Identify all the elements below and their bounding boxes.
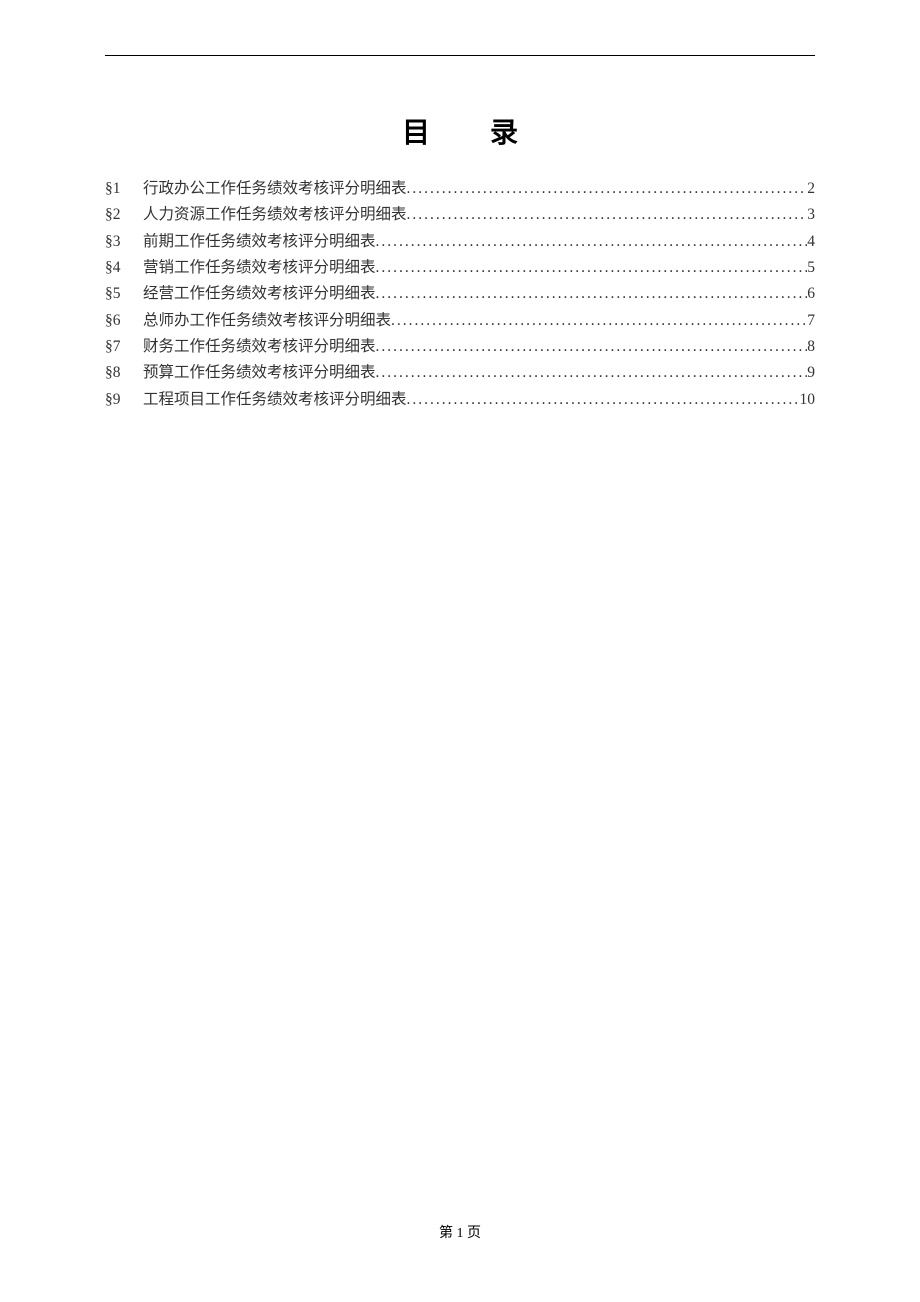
- toc-page-number: 6: [807, 281, 815, 307]
- toc-section-number: §7: [105, 334, 143, 360]
- toc-page-number: 2: [807, 176, 815, 202]
- toc-entry-title: 总师办工作任务绩效考核评分明细表: [143, 308, 391, 334]
- toc-section-number: §8: [105, 360, 143, 386]
- toc-entry-title: 行政办公工作任务绩效考核评分明细表: [143, 176, 407, 202]
- toc-entry: §7 财务工作任务绩效考核评分明细表 8: [105, 334, 815, 360]
- toc-entry: §8 预算工作任务绩效考核评分明细表 9: [105, 360, 815, 386]
- toc-entry: §6 总师办工作任务绩效考核评分明细表 7: [105, 308, 815, 334]
- footer-prefix: 第: [439, 1226, 457, 1241]
- page-footer: 第 1 页: [0, 1222, 920, 1242]
- toc-entry-title: 人力资源工作任务绩效考核评分明细表: [143, 202, 407, 228]
- document-page: 目录 §1 行政办公工作任务绩效考核评分明细表 2 §2 人力资源工作任务绩效考…: [0, 0, 920, 1302]
- toc-leader-dots: [391, 308, 807, 334]
- toc-page-number: 10: [800, 387, 816, 413]
- toc-leader-dots: [376, 229, 808, 255]
- toc-entry-title: 预算工作任务绩效考核评分明细表: [143, 360, 376, 386]
- toc-entry-title: 财务工作任务绩效考核评分明细表: [143, 334, 376, 360]
- toc-section-number: §2: [105, 202, 143, 228]
- toc-page-number: 3: [807, 202, 815, 228]
- toc-entry: §5 经营工作任务绩效考核评分明细表 6: [105, 281, 815, 307]
- toc-leader-dots: [407, 176, 808, 202]
- toc-entry-title: 前期工作任务绩效考核评分明细表: [143, 229, 376, 255]
- toc-page-number: 8: [807, 334, 815, 360]
- toc-entry-title: 经营工作任务绩效考核评分明细表: [143, 281, 376, 307]
- toc-entry: §9 工程项目工作任务绩效考核评分明细表 10: [105, 387, 815, 413]
- toc-entry-title: 营销工作任务绩效考核评分明细表: [143, 255, 376, 281]
- toc-section-number: §5: [105, 281, 143, 307]
- toc-page-number: 5: [807, 255, 815, 281]
- toc-page-number: 9: [807, 360, 815, 386]
- toc-entry: §1 行政办公工作任务绩效考核评分明细表 2: [105, 176, 815, 202]
- footer-suffix: 页: [464, 1226, 482, 1241]
- toc-page-number: 7: [807, 308, 815, 334]
- toc-leader-dots: [376, 334, 808, 360]
- toc-leader-dots: [376, 255, 808, 281]
- toc-leader-dots: [407, 387, 800, 413]
- toc-section-number: §9: [105, 387, 143, 413]
- toc-section-number: §3: [105, 229, 143, 255]
- footer-page-number: 1: [457, 1226, 464, 1241]
- toc-leader-dots: [407, 202, 808, 228]
- toc-entry: §2 人力资源工作任务绩效考核评分明细表 3: [105, 202, 815, 228]
- toc-section-number: §1: [105, 176, 143, 202]
- toc-section-number: §4: [105, 255, 143, 281]
- toc-leader-dots: [376, 360, 808, 386]
- header-horizontal-rule: [105, 55, 815, 56]
- toc-section-number: §6: [105, 308, 143, 334]
- toc-entry: §4 营销工作任务绩效考核评分明细表 5: [105, 255, 815, 281]
- toc-page-number: 4: [807, 229, 815, 255]
- toc-entry-title: 工程项目工作任务绩效考核评分明细表: [143, 387, 407, 413]
- page-title: 目录: [105, 111, 815, 151]
- toc-leader-dots: [376, 281, 808, 307]
- toc-entry: §3 前期工作任务绩效考核评分明细表 4: [105, 229, 815, 255]
- table-of-contents: §1 行政办公工作任务绩效考核评分明细表 2 §2 人力资源工作任务绩效考核评分…: [105, 176, 815, 413]
